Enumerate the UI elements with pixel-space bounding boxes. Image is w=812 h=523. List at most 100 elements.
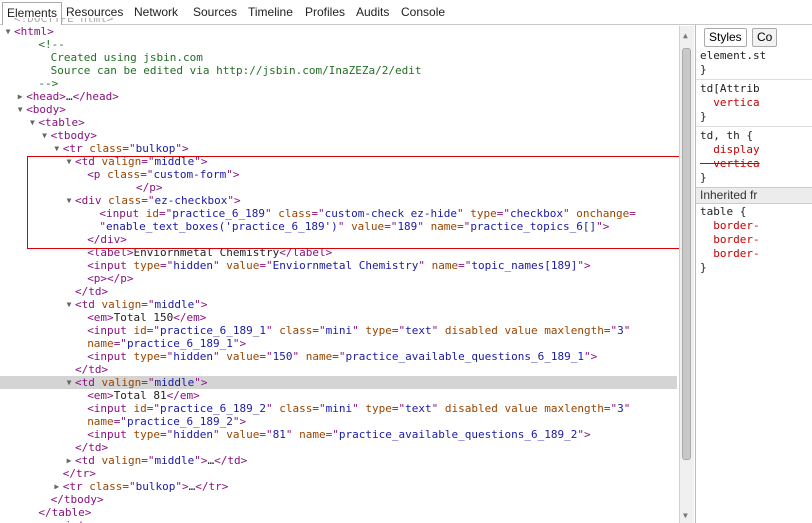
dom-token: Total 150 [113,311,174,324]
dom-token: <input [87,428,134,441]
dom-node-line[interactable]: <input type="hidden" value="150" name="p… [0,350,677,363]
dom-token: =" [312,402,326,415]
dom-token: bulkop [135,480,176,493]
tab-console[interactable]: Console [401,5,445,19]
styles-sidebar: Styles Co element.st} td[Attrib vertica} td,… [695,25,812,523]
dom-node-text: --> [38,77,58,90]
collapse-triangle-icon[interactable]: ▶ [65,454,73,467]
expand-triangle-icon[interactable]: ▼ [53,142,61,155]
tab-profiles[interactable]: Profiles [305,5,345,19]
dom-node-line[interactable]: ▼ <td valign="middle"> [0,298,677,311]
style-rule-line[interactable]: border- [700,233,760,247]
tab-audits[interactable]: Audits [356,5,389,19]
dom-token: =" [122,142,136,155]
style-rule-line[interactable]: vertica [700,96,759,110]
dom-node-line[interactable]: ▶ <td valign="middle">…</td> [0,454,677,467]
dom-node-line[interactable]: </tr> [0,467,677,480]
dom-token: <!-- [38,38,65,51]
dom-tree-scrollbar[interactable]: ▲ ▼ [679,26,694,523]
dom-node-line[interactable]: <em>Total 150</em> [0,311,677,324]
style-rule-line[interactable]: border- [700,219,759,233]
collapse-triangle-icon[interactable]: ▶ [53,480,61,493]
dom-node-line[interactable]: ▶ <tr class="bulkop">…</tr> [0,480,677,493]
dom-token: type [133,428,161,441]
dom-node-text: Source can be edited via http://jsbin.co… [51,64,422,77]
highlight-annotation-box [27,156,683,249]
dom-node-line[interactable]: </td> [0,285,677,298]
style-rule-line[interactable]: border- [700,247,759,261]
dom-token: =" [603,324,618,337]
dom-node-line[interactable]: </td> [0,363,677,376]
scroll-up-icon[interactable]: ▲ [683,31,688,40]
dom-node-line[interactable]: ▼ <tr class="bulkop"> [0,142,677,155]
dom-node-text: <tr class="bulkop">…</tr> [63,480,229,493]
scroll-down-icon[interactable]: ▼ [683,511,688,520]
style-rule-line[interactable]: td[Attrib [700,82,760,96]
style-rule-line[interactable]: table { [700,205,746,219]
style-rule-line[interactable]: element.st [700,49,766,63]
dom-token: "> [194,376,208,389]
dom-node-line[interactable]: ▼ <html> [0,25,677,38]
dom-node-text: <body> [26,103,66,116]
dom-node-line[interactable]: </td> [0,441,677,454]
dom-node-line[interactable]: <input id="practice_6_189_2" class="mini… [0,402,677,415]
style-rule-line[interactable]: } [700,63,707,77]
dom-node-selected[interactable]: ▼ <td valign="middle"> [0,376,677,389]
style-rule-line[interactable]: td, th { [700,129,753,143]
tab-sources[interactable]: Sources [193,5,237,19]
dom-token: =" [141,376,155,389]
expand-triangle-icon[interactable]: ▼ [65,298,73,311]
dom-node-line[interactable]: ▼ <body> [0,103,677,116]
dom-node-line[interactable]: <em>Total 81</em> [0,389,677,402]
dom-token: valign [101,454,142,467]
styles-tab-1[interactable]: Co [752,28,778,47]
dom-node-line[interactable]: <input id="practice_6_189_1" class="mini… [0,324,677,337]
dom-node-text: Created using jsbin.com [51,51,203,64]
styles-tab-0[interactable]: Styles [704,28,747,47]
elements-dom-tree[interactable]: <!DOCTYPE html> ▼ <html> <!-- Created using … [0,18,677,523]
dom-node-line[interactable]: <script> [0,519,677,523]
style-token: vertica [700,157,760,170]
style-rule-line[interactable]: vertica [700,157,760,171]
dom-token: disabled value maxlength [444,402,604,415]
scrollbar-thumb[interactable] [682,48,691,460]
dom-node-line[interactable]: name="practice_6_189_2"> [0,415,677,428]
expand-triangle-icon[interactable]: ▼ [28,116,36,129]
dom-node-line[interactable]: <input type="hidden" value="81" name="pr… [0,428,677,441]
dom-node-line[interactable]: ▶ <head>…</head> [0,90,677,103]
dom-node-line[interactable]: name="practice_6_189_1"> [0,337,677,350]
expand-triangle-icon[interactable]: ▼ [16,103,24,116]
dom-node-line[interactable]: --> [0,77,677,90]
dom-token: class [279,324,313,337]
style-rule-line[interactable]: } [700,171,707,185]
dom-token: </em> [166,389,200,402]
dom-node-line[interactable]: ▼ <tbody> [0,129,677,142]
dom-node-line[interactable]: <!-- [0,38,677,51]
dom-node-line[interactable]: <p></p> [0,272,677,285]
dom-node-line[interactable]: ▼ <table> [0,116,677,129]
tab-resources[interactable]: Resources [66,5,123,19]
dom-token: practice_available_questions_6_189_1 [345,350,584,363]
style-rule-line[interactable]: display [700,143,759,157]
style-rule-line[interactable]: } [700,261,707,275]
tab-timeline[interactable]: Timeline [248,5,293,19]
expand-triangle-icon[interactable]: ▼ [4,25,12,38]
style-rule-line[interactable]: } [700,110,707,124]
collapse-triangle-icon[interactable]: ▶ [16,90,24,103]
tab-network[interactable]: Network [134,5,178,19]
dom-token: bulkop [135,142,176,155]
dom-node-line[interactable]: </table> [0,506,677,519]
style-token: border- [700,233,760,246]
expand-triangle-icon[interactable]: ▼ [65,376,73,389]
dom-node-line[interactable]: Source can be edited via http://jsbin.co… [0,64,677,77]
dom-node-line[interactable]: <!DOCTYPE html> [0,18,677,25]
dom-token: " [213,428,227,441]
dom-node-line[interactable]: </tbody> [0,493,677,506]
dom-node-line[interactable]: Created using jsbin.com [0,51,677,64]
dom-token: =" [391,402,406,415]
dom-token: </tbody> [50,493,104,506]
dom-node-line[interactable]: <input type="hidden" value="Enviornmetal… [0,259,677,272]
dom-token: text [405,324,432,337]
dom-token: =" [312,324,326,337]
expand-triangle-icon[interactable]: ▼ [41,129,49,142]
